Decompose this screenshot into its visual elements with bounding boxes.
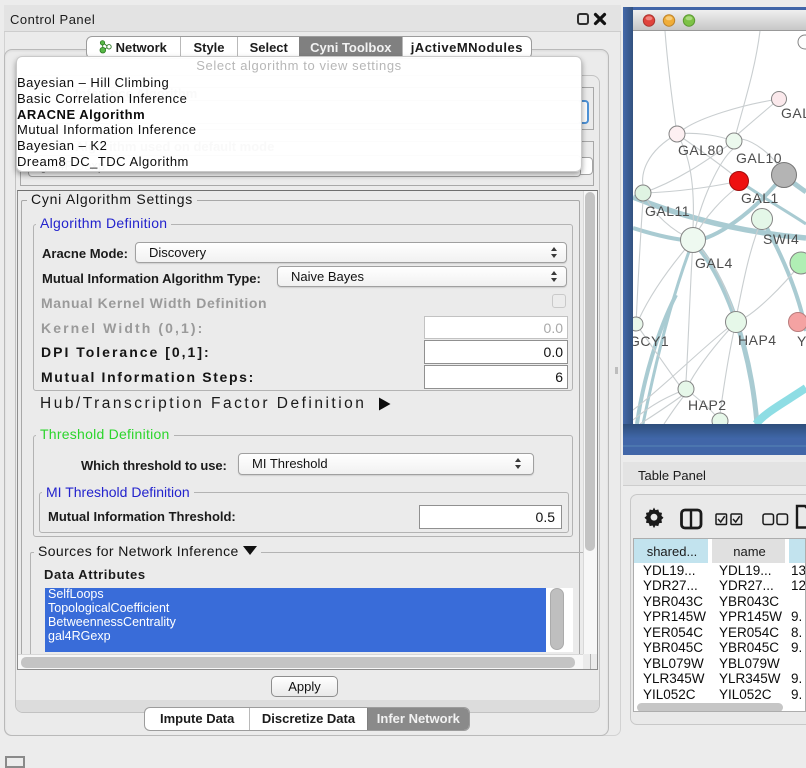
svg-text:HAP2: HAP2 <box>688 397 727 413</box>
svg-text:GAL7: GAL7 <box>781 105 806 121</box>
svg-text:GCY1: GCY1 <box>633 333 669 349</box>
svg-text:GAL80: GAL80 <box>678 142 724 158</box>
svg-text:GAL10: GAL10 <box>736 150 782 166</box>
svg-text:SWI4: SWI4 <box>763 231 799 247</box>
svg-text:Y: Y <box>797 333 806 349</box>
svg-text:GAL1: GAL1 <box>741 190 779 206</box>
svg-text:HAP4: HAP4 <box>738 332 777 348</box>
svg-text:GAL4: GAL4 <box>695 255 733 271</box>
svg-text:GAL11: GAL11 <box>645 203 690 219</box>
